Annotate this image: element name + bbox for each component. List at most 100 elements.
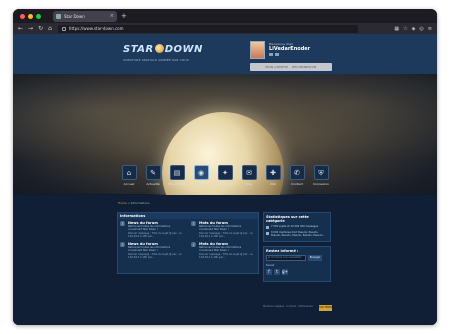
close-window-dot[interactable]	[20, 13, 25, 19]
tab-title: Star Down	[64, 13, 85, 19]
stat-text: 7 000 sujets et 10 000 000 messages	[271, 225, 319, 228]
browser-tab[interactable]: Star Down ×	[53, 10, 117, 22]
informations-panel: Informations ▥ News du forum Retrouvez t…	[117, 212, 259, 274]
menu-label: Blog	[245, 182, 253, 186]
home-button-icon[interactable]: ⌂	[48, 23, 52, 34]
members-icon	[266, 232, 269, 235]
extensions-icon[interactable]: ▦	[394, 26, 399, 32]
menu-label: Forum	[196, 182, 206, 186]
menu-label: Fiche de jeu	[216, 182, 234, 186]
breadcrumb: Home » Informations	[118, 201, 150, 205]
avatar[interactable]	[250, 41, 265, 59]
newsletter-form: Je m'inscris à la newsletter Envoyer	[266, 255, 328, 261]
account-button[interactable]: MON COMPTE · DÉCONNEXION	[250, 63, 332, 71]
menu-label: Présentation	[167, 182, 187, 186]
tab-close-icon[interactable]: ×	[110, 13, 114, 19]
forum-book-icon: ▥	[120, 242, 125, 248]
forum-last-post[interactable]: Dernier message : Titre du sujet @ par..…	[199, 253, 255, 259]
stats-icon	[266, 226, 269, 229]
blog-icon: ✉	[241, 165, 257, 180]
menu-item-wiki[interactable]: ✚ Wiki	[263, 165, 283, 193]
messages-icon[interactable]	[269, 53, 273, 56]
url-bar[interactable]: https://www.star-down.com	[57, 24, 358, 33]
user-quick-icons	[269, 53, 281, 57]
site-tagline: AVENTURE SPATIALE ANIMÉE PAR VOUS	[123, 58, 189, 62]
main-menu: ⌂ Accueil ✎ Actualité ▤ Présentation ◉ Forum ✦ Fi…	[13, 165, 437, 195]
sheet-icon: ✦	[217, 165, 233, 180]
menu-item-blog[interactable]: ✉ Blog	[239, 165, 259, 193]
forum-book-icon: ▥	[191, 221, 196, 227]
forum-last-post[interactable]: Dernier message : Titre du sujet @ par..…	[128, 253, 184, 259]
home-icon: ⌂	[121, 165, 137, 180]
toolbar-icons: ▦ ☆ ◈ ◎ ≡	[394, 26, 432, 32]
social-title: Restez informé :	[266, 249, 299, 253]
forum-list: ▥ News du forum Retrouvez toutes les inf…	[118, 219, 258, 261]
maximize-window-dot[interactable]	[36, 13, 41, 19]
footer-links[interactable]: Mentions légales · Contact · Partenaires	[263, 305, 313, 308]
forum-item[interactable]: ▥ News du forum Retrouvez toutes les inf…	[120, 242, 185, 259]
account-icon[interactable]: ◎	[419, 26, 423, 32]
sidebar: Statistiques sur cette catégorie 7 000 s…	[263, 212, 331, 282]
bookmark-icon[interactable]: ☆	[403, 26, 407, 32]
facebook-icon[interactable]: f	[266, 269, 272, 275]
forum-last-post[interactable]: Dernier message : Titre du sujet @ par..…	[128, 232, 184, 238]
wiki-icon: ✚	[265, 165, 281, 180]
forum-description: Retrouvez toutes les informations concer…	[199, 246, 242, 252]
contact-icon: ✆	[289, 165, 305, 180]
shield-toolbar-icon[interactable]: ◈	[412, 26, 416, 32]
main-content: Home » Informations Informations ▥ News …	[13, 195, 437, 325]
twitter-icon[interactable]: t	[274, 269, 280, 275]
site-header: STAR DOWN AVENTURE SPATIALE ANIMÉE PAR VO…	[13, 34, 437, 74]
stats-box: Statistiques sur cette catégorie 7 000 s…	[263, 212, 331, 242]
menu-item-contact[interactable]: ✆ Contact	[287, 165, 307, 193]
forum-item[interactable]: ▥ Mots du forum Retrouvez toutes les inf…	[191, 242, 256, 259]
browser-window: Star Down × + ← → ↻ ⌂ https://www.star-d…	[13, 9, 437, 325]
menu-label: Wiki	[269, 182, 277, 186]
username[interactable]: LiVedarEnoder	[269, 46, 310, 52]
menu-icon[interactable]: ≡	[428, 26, 432, 32]
forum-last-post[interactable]: Dernier message : Titre du sujet @ par..…	[199, 232, 255, 238]
menu-item-forum[interactable]: ◉ Forum	[191, 165, 211, 193]
menu-label: Contact	[291, 182, 303, 186]
forum-description: Retrouvez toutes les informations concer…	[128, 246, 171, 252]
navigation-bar: ← → ↻ ⌂ https://www.star-down.com ▦ ☆ ◈ …	[13, 23, 437, 34]
book-icon: ▤	[169, 165, 185, 180]
support-button[interactable]: SOUTENEZ	[319, 305, 333, 311]
favicon-icon	[56, 13, 61, 19]
newsletter-input[interactable]: Je m'inscris à la newsletter	[266, 255, 306, 261]
breadcrumb-home-link[interactable]: Home	[118, 201, 127, 205]
logo-orb-icon	[154, 44, 164, 53]
newsletter-send-button[interactable]: Envoyer	[308, 255, 322, 261]
menu-label: Connexion	[313, 182, 329, 186]
logo-text-right: DOWN	[164, 44, 203, 55]
shield-icon: ⛨	[313, 165, 329, 180]
news-icon: ✎	[145, 165, 161, 180]
stat-line: 7 000 sujets et 10 000 000 messages	[266, 225, 328, 229]
menu-item-accueil[interactable]: ⌂ Accueil	[119, 165, 139, 193]
logo-text-left: STAR	[123, 44, 154, 55]
stat-line: 0 000 membres dont Pseudo, Pseudo, Pseud…	[266, 231, 328, 237]
reload-icon[interactable]: ↻	[38, 23, 43, 34]
menu-item-pr-sentation[interactable]: ▤ Présentation	[167, 165, 187, 193]
forum-item[interactable]: ▥ Mots du forum Retrouvez toutes les inf…	[191, 221, 256, 238]
url-text: https://www.star-down.com	[68, 26, 124, 31]
stats-title: Statistiques sur cette catégorie	[266, 215, 309, 223]
notifications-icon[interactable]	[275, 53, 279, 56]
social-icons: f t g+	[266, 269, 328, 275]
menu-label: Accueil	[123, 182, 135, 186]
forum-book-icon: ▥	[120, 221, 125, 227]
site-logo[interactable]: STAR DOWN	[123, 44, 203, 55]
forum-item[interactable]: ▥ News du forum Retrouvez toutes les inf…	[120, 221, 185, 238]
web-page: STAR DOWN AVENTURE SPATIALE ANIMÉE PAR VO…	[13, 34, 437, 325]
google-plus-icon[interactable]: g+	[282, 269, 288, 275]
back-icon[interactable]: ←	[18, 23, 23, 34]
social-box: Restez informé : Je m'inscris à la newsl…	[263, 246, 331, 282]
new-tab-icon[interactable]: +	[121, 12, 127, 20]
menu-item-fiche-de-jeu[interactable]: ✦ Fiche de jeu	[215, 165, 235, 193]
breadcrumb-current: Informations	[130, 201, 150, 205]
tab-bar: Star Down × +	[13, 9, 437, 23]
menu-item-actualit-[interactable]: ✎ Actualité	[143, 165, 163, 193]
minimize-window-dot[interactable]	[28, 13, 33, 19]
forward-icon[interactable]: →	[28, 23, 33, 34]
menu-item-connexion[interactable]: ⛨ Connexion	[311, 165, 331, 193]
